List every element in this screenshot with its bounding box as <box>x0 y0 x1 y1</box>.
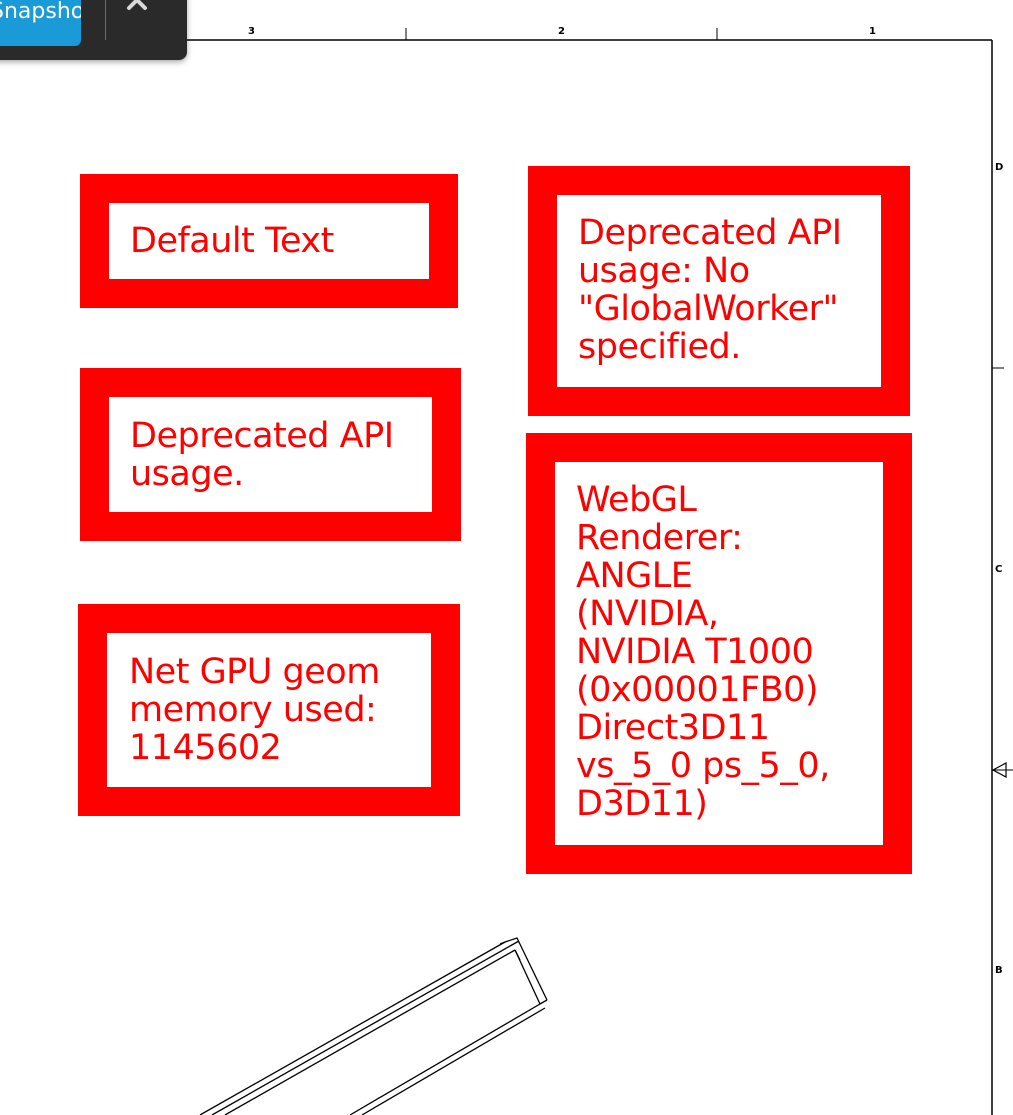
snapshot-button[interactable]: Snapshot <box>0 0 81 46</box>
overlay-webgl-renderer-text: WebGL Renderer: ANGLE (NVIDIA, NVIDIA T1… <box>576 480 830 824</box>
row-label-c: C <box>995 564 1003 575</box>
overlay-gpu-memory-text: Net GPU geom memory used: 1145602 <box>129 652 380 768</box>
row-label-b: B <box>995 965 1003 976</box>
overlay-deprecated-api-text: Deprecated API usage. <box>130 416 394 494</box>
drawing-viewer[interactable]: 3 2 1 D C B Default Text Deprecated API … <box>0 0 1013 1115</box>
overlay-global-worker-text: Deprecated API usage: No "GlobalWorker" … <box>578 213 842 367</box>
toolbar-separator <box>105 0 106 40</box>
close-icon[interactable] <box>121 0 161 30</box>
overlay-default-text: Default Text <box>130 221 334 261</box>
row-label-d: D <box>995 162 1004 173</box>
column-label-3: 3 <box>248 26 255 37</box>
snapshot-toolbar: Snapshot <box>0 0 187 60</box>
column-label-1: 1 <box>869 26 876 37</box>
column-label-2: 2 <box>558 26 565 37</box>
part-line-drawing <box>199 937 548 1115</box>
